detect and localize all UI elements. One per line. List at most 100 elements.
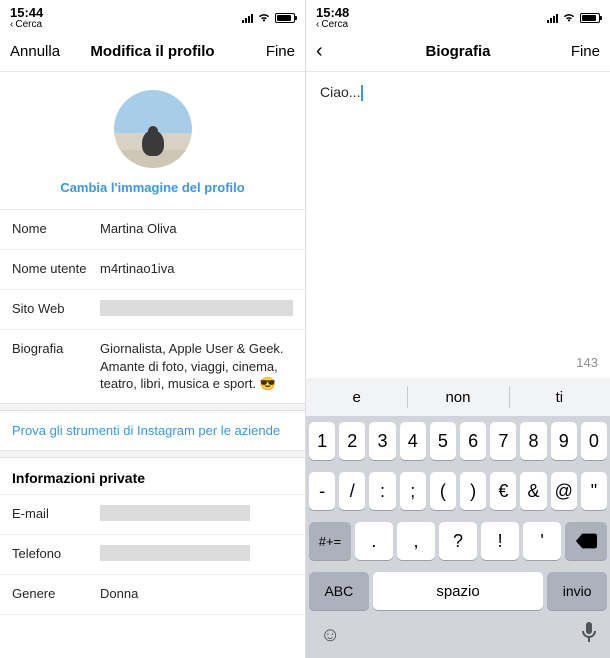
done-button[interactable]: Fine (239, 43, 295, 60)
key-symbols[interactable]: #+= (309, 522, 351, 560)
nav-bar: Annulla Modifica il profilo Fine (0, 32, 305, 72)
mic-icon[interactable] (582, 622, 596, 648)
key-colon[interactable]: : (369, 472, 395, 510)
key-at[interactable]: @ (551, 472, 577, 510)
avatar[interactable] (114, 90, 192, 168)
key-slash[interactable]: / (339, 472, 365, 510)
wifi-icon (562, 11, 576, 25)
wifi-icon (257, 11, 271, 25)
field-bio[interactable]: Biografia Giornalista, Apple User & Geek… (0, 330, 305, 403)
page-title: Modifica il profilo (66, 43, 239, 60)
cancel-button[interactable]: Annulla (10, 43, 66, 60)
done-button[interactable]: Fine (544, 43, 600, 60)
website-value (100, 300, 293, 316)
cellular-icon (547, 13, 558, 23)
change-photo-link[interactable]: Cambia l'immagine del profilo (60, 180, 244, 195)
username-value: m4rtinao1iva (100, 260, 293, 278)
bio-textarea[interactable]: Ciao... 143 (306, 72, 610, 378)
keyboard: e non ti 1 2 3 4 5 6 7 8 9 0 - / : ; ( )… (306, 378, 610, 658)
phone-label: Telefono (12, 545, 100, 561)
bio-value: Giornalista, Apple User & Geek. Amante d… (100, 340, 293, 393)
key-5[interactable]: 5 (430, 422, 456, 460)
key-3[interactable]: 3 (369, 422, 395, 460)
key-row-4: ABC spazio invio (306, 566, 610, 616)
gender-label: Genere (12, 585, 100, 601)
key-backspace[interactable] (565, 522, 607, 560)
status-bar: 15:44 ‹ Cerca (0, 0, 305, 32)
key-rparen[interactable]: ) (460, 472, 486, 510)
page-title: Biografia (372, 43, 544, 60)
name-label: Nome (12, 220, 100, 236)
key-comma[interactable]: , (397, 522, 435, 560)
field-website[interactable]: Sito Web (0, 290, 305, 330)
key-9[interactable]: 9 (551, 422, 577, 460)
breadcrumb-back[interactable]: ‹ Cerca (10, 20, 42, 31)
business-tools-link[interactable]: Prova gli strumenti di Instagram per le … (0, 411, 305, 450)
char-counter: 143 (576, 355, 598, 370)
email-label: E-mail (12, 505, 100, 521)
private-info-header: Informazioni private (0, 458, 305, 495)
battery-icon (580, 13, 600, 23)
key-abc[interactable]: ABC (309, 572, 369, 610)
status-bar: 15:48 ‹ Cerca (306, 0, 610, 32)
field-phone[interactable]: Telefono (0, 535, 305, 575)
key-dash[interactable]: - (309, 472, 335, 510)
key-4[interactable]: 4 (400, 422, 426, 460)
key-row-2: - / : ; ( ) € & @ " (306, 466, 610, 516)
suggestion[interactable]: ti (509, 378, 610, 416)
key-semicolon[interactable]: ; (400, 472, 426, 510)
back-button[interactable]: ‹ (316, 40, 372, 63)
nav-bar: ‹ Biografia Fine (306, 32, 610, 72)
chevron-left-icon: ‹ (10, 20, 13, 31)
bio-text: Ciao... (320, 84, 360, 100)
email-value (100, 505, 250, 521)
emoji-icon[interactable]: ☺ (320, 624, 340, 647)
bio-label: Biografia (12, 340, 100, 356)
website-label: Sito Web (12, 300, 100, 316)
field-gender[interactable]: Genere Donna (0, 575, 305, 615)
breadcrumb-back[interactable]: ‹ Cerca (316, 20, 348, 31)
key-0[interactable]: 0 (581, 422, 607, 460)
key-apostrophe[interactable]: ' (523, 522, 561, 560)
key-return[interactable]: invio (547, 572, 607, 610)
key-1[interactable]: 1 (309, 422, 335, 460)
phone-value (100, 545, 250, 561)
key-quote[interactable]: " (581, 472, 607, 510)
cellular-icon (242, 13, 253, 23)
gender-value: Donna (100, 585, 293, 603)
key-row-3: #+= . , ? ! ' (306, 516, 610, 566)
status-time: 15:48 (316, 6, 349, 20)
key-7[interactable]: 7 (490, 422, 516, 460)
status-icons (547, 11, 600, 25)
key-euro[interactable]: € (490, 472, 516, 510)
section-divider (0, 450, 305, 458)
suggestion[interactable]: non (407, 378, 508, 416)
key-2[interactable]: 2 (339, 422, 365, 460)
name-value: Martina Oliva (100, 220, 293, 238)
backspace-icon (575, 533, 597, 549)
key-6[interactable]: 6 (460, 422, 486, 460)
username-label: Nome utente (12, 260, 100, 276)
key-question[interactable]: ? (439, 522, 477, 560)
text-cursor (361, 85, 363, 101)
battery-icon (275, 13, 295, 23)
bio-editor-screen: 15:48 ‹ Cerca ‹ Biografia Fine Ciao... 1… (305, 0, 610, 658)
section-divider (0, 403, 305, 411)
key-8[interactable]: 8 (520, 422, 546, 460)
edit-profile-screen: 15:44 ‹ Cerca Annulla Modifica il profil… (0, 0, 305, 658)
keyboard-bottom: ☺ (306, 616, 610, 658)
field-username[interactable]: Nome utente m4rtinao1iva (0, 250, 305, 290)
suggestion-bar: e non ti (306, 378, 610, 416)
key-exclaim[interactable]: ! (481, 522, 519, 560)
status-time: 15:44 (10, 6, 43, 20)
suggestion[interactable]: e (306, 378, 407, 416)
key-row-1: 1 2 3 4 5 6 7 8 9 0 (306, 416, 610, 466)
field-name[interactable]: Nome Martina Oliva (0, 210, 305, 250)
key-period[interactable]: . (355, 522, 393, 560)
key-amp[interactable]: & (520, 472, 546, 510)
key-space[interactable]: spazio (373, 572, 544, 610)
field-email[interactable]: E-mail (0, 495, 305, 535)
profile-photo-section: Cambia l'immagine del profilo (0, 72, 305, 210)
status-icons (242, 11, 295, 25)
key-lparen[interactable]: ( (430, 472, 456, 510)
